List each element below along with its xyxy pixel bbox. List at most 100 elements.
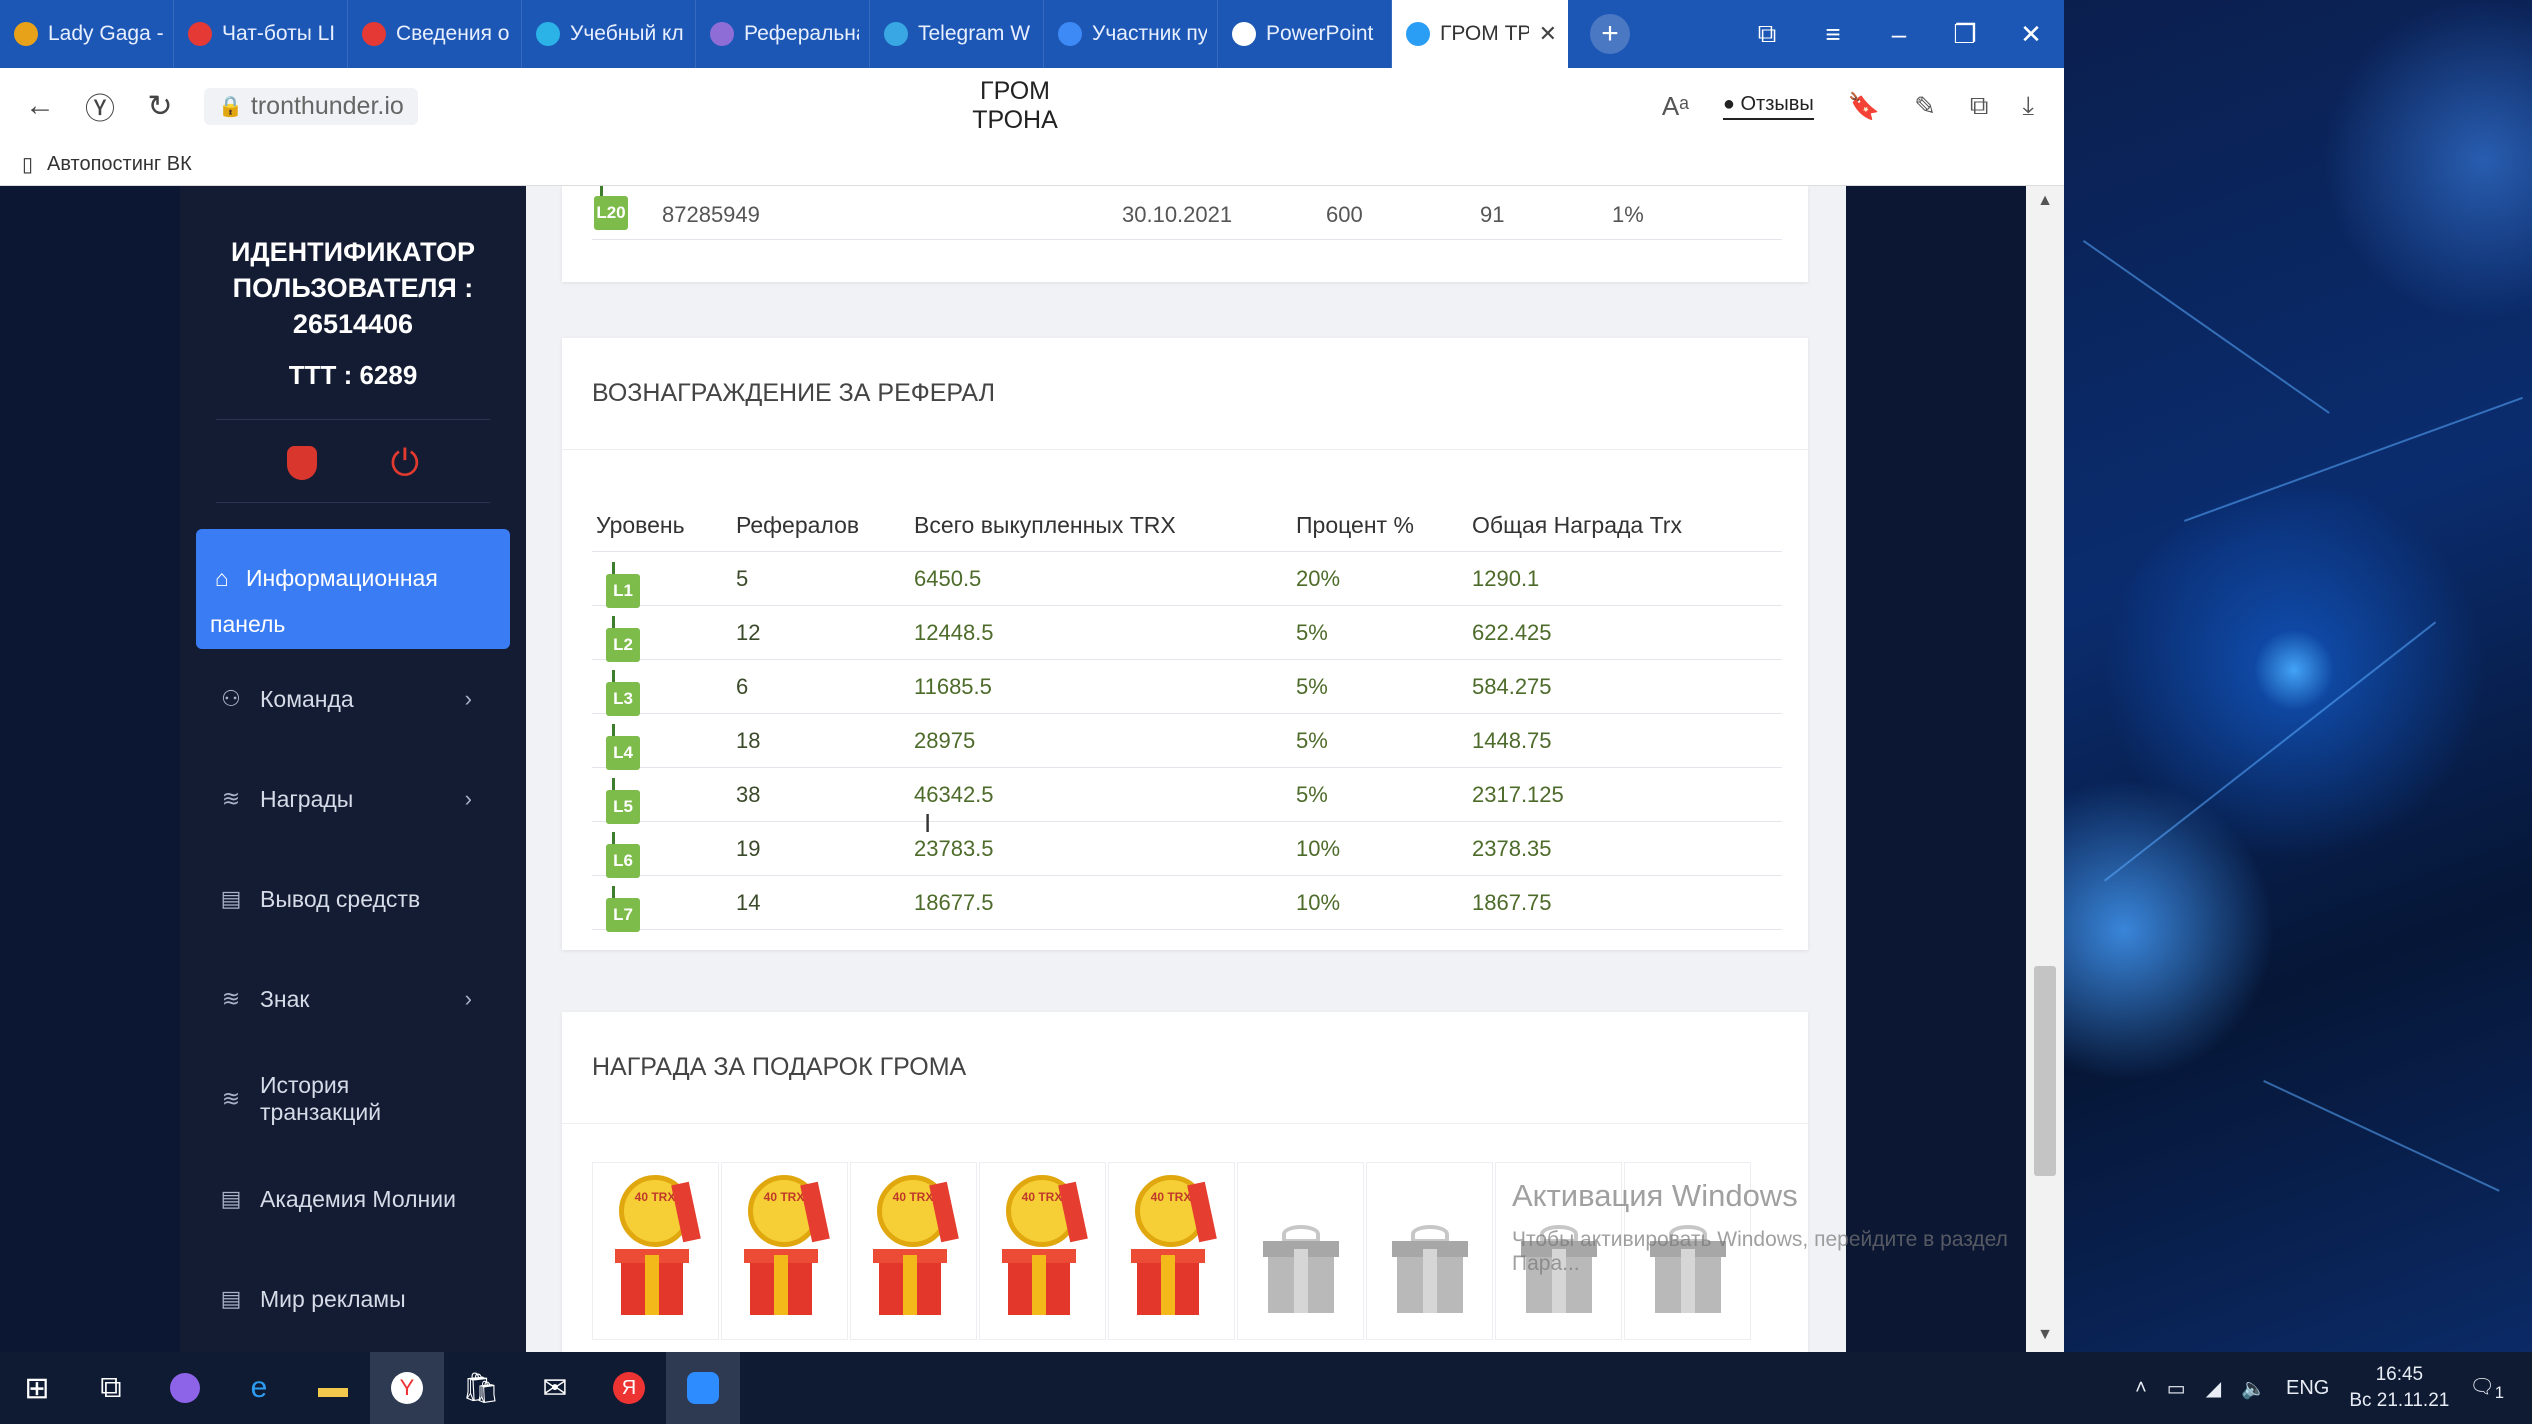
close-window-button[interactable]: ✕ [1998,19,2064,50]
download-icon[interactable]: ⤓ [2023,90,2035,122]
sidebar-item[interactable]: ▤ Мир рекламы [180,1249,526,1349]
tab-favicon-icon [884,22,908,46]
notifications-icon[interactable]: 🗨1 [2469,1374,2504,1403]
sidebar-item[interactable]: ≋ Награды › [180,749,526,849]
mail-icon[interactable]: ✉ [518,1352,592,1424]
bookmark-autoposting[interactable]: Автопостинг ВК [47,153,192,176]
cell-referrals: 18 [736,728,761,753]
browser-tab[interactable]: ГРОМ ТР ✕ [1392,0,1568,68]
browser-tab[interactable]: Сведения о [348,0,522,68]
tab-favicon-icon [1406,22,1430,46]
browser-tab[interactable]: Чат-боты LI [174,0,348,68]
minimize-button[interactable]: – [1866,19,1932,50]
gift-open-icon[interactable]: 40 TRX [850,1162,977,1340]
file-explorer-icon[interactable]: ▬ [296,1352,370,1424]
gift-open-icon[interactable]: 40 TRX [592,1162,719,1340]
browser-tab[interactable]: Учебный кл [522,0,696,68]
pen-icon[interactable]: ✎ [1914,91,1936,122]
back-button[interactable]: ← [10,89,70,123]
cell-referrals: 12 [736,620,761,645]
browser-window: Lady Gaga - Чат-боты LI Сведения о Учебный … [0,0,2064,1352]
start-button[interactable]: ⊞ [0,1352,74,1424]
cell-reward: 622.425 [1472,620,1552,645]
new-tab-button[interactable]: + [1590,14,1630,54]
restore-button[interactable]: ❐ [1932,19,1998,50]
reviews-button[interactable]: ● Отзывы [1722,92,1814,120]
shield-icon[interactable] [286,446,317,480]
language-indicator[interactable]: ENG [2286,1377,2329,1400]
keyboard-icon[interactable]: ▭ [2167,1376,2186,1401]
sidebar: ИДЕНТИФИКАТОР ПОЛЬЗОВАТЕЛЯ : 26514406 TT… [180,186,526,1352]
browser-tab[interactable]: PowerPoint [1218,0,1392,68]
tab-label: ГРОМ ТР [1440,22,1529,45]
reviews-label: Отзывы [1740,92,1814,115]
sidebar-item[interactable]: ≋ Знак › [180,949,526,1049]
tab-label: Сведения о [396,22,510,45]
header-total-trx: Всего выкупленных TRX [914,512,1176,538]
sidebar-item[interactable]: ▤ Академия Молнии [180,1149,526,1249]
zoom-icon[interactable] [666,1352,740,1424]
sidebar-item[interactable]: ▤ Вывод средств [180,849,526,949]
tab-label: Учебный кл [570,22,684,45]
bookmark-icon[interactable]: 🔖 [1848,91,1880,122]
gift-locked-icon[interactable] [1366,1162,1493,1340]
yandex-button[interactable]: Ⓨ [70,84,130,128]
edge-icon[interactable]: e [222,1352,296,1424]
gift-open-icon[interactable]: 40 TRX [979,1162,1106,1340]
clock[interactable]: 16:45 Вс 21.11.21 [2349,1362,2449,1414]
cell-reward: 584.275 [1472,674,1552,699]
scrollbar-thumb[interactable] [2034,966,2056,1176]
translate-icon[interactable]: Aᵃ [1662,91,1689,122]
address-bar[interactable]: 🔒 tronthunder.io [204,87,418,125]
tab-label: Чат-боты LI [222,22,336,45]
gift-box-icon [873,1249,947,1315]
amount-cell: 600 [1326,202,1363,227]
table-row: L3 6 11685.5 5% 584.275 [592,660,1782,716]
extensions-icon[interactable]: ⧉ [1970,90,1989,122]
gift-open-icon[interactable]: 40 TRX [721,1162,848,1340]
cell-total-trx: 6450.5 [914,566,982,591]
browser-tab[interactable]: Реферальна [696,0,870,68]
gift-open-icon[interactable]: 40 TRX [1108,1162,1235,1340]
alice-icon[interactable] [148,1352,222,1424]
cell-referrals: 38 [736,782,761,807]
menu-icon[interactable]: ≡ [1800,19,1866,50]
yandex-browser-icon[interactable]: Y [370,1352,444,1424]
sidebar-item[interactable]: ⚇ Команда › [180,649,526,749]
tray-chevron-icon[interactable]: ˄ [2135,1377,2147,1400]
gift-locked-icon[interactable] [1237,1162,1364,1340]
sidebar-item-dashboard[interactable]: ⌂ Информационная панель [196,529,510,649]
tab-favicon-icon [710,22,734,46]
scrollbar[interactable]: ▲ ▼ [2026,186,2064,1352]
scroll-up-icon[interactable]: ▲ [2026,192,2064,210]
ttt-balance: TTT : 6289 [288,360,418,390]
close-tab-icon[interactable]: ✕ [1539,21,1557,47]
tab-label: Telegram W [918,22,1031,45]
collections-icon[interactable]: ⧉ [1734,18,1800,50]
text-cursor-icon: I [924,808,932,838]
cell-reward: 2317.125 [1472,782,1564,807]
sidebar-item-label: Академия Молнии [260,1185,456,1212]
page-icon: ▯ [22,154,34,176]
date-cell: 30.10.2021 [1122,202,1233,227]
browser-tab[interactable]: Lady Gaga - [0,0,174,68]
network-icon[interactable]: ◢ [2206,1376,2221,1401]
document-icon: ▤ [220,1186,242,1211]
tab-label: Участник пу [1092,22,1207,45]
store-icon[interactable]: 🛍 [444,1352,518,1424]
task-view-icon[interactable]: ⧉ [74,1352,148,1424]
scroll-down-icon[interactable]: ▼ [2026,1326,2064,1344]
chevron-right-icon: › [464,786,472,811]
reload-button[interactable]: ↻ [130,89,190,124]
sidebar-item[interactable]: ≋ История транзакций [180,1049,526,1149]
volume-icon[interactable]: 🔈 [2241,1376,2266,1401]
browser-tab[interactable]: Участник пу [1044,0,1218,68]
sidebar-item-label: Мир рекламы [260,1285,406,1312]
power-icon[interactable]: ⏻ [391,445,419,481]
level-badge: L6 [606,832,640,878]
system-tray: ˄ ▭ ◢ 🔈 ENG 16:45 Вс 21.11.21 🗨1 [2135,1362,2532,1414]
yandex-icon[interactable]: Я [592,1352,666,1424]
window-controls: ⧉ ≡ – ❐ ✕ [1734,18,2064,50]
tab-label: Реферальна [744,22,859,45]
browser-tab[interactable]: Telegram W [870,0,1044,68]
